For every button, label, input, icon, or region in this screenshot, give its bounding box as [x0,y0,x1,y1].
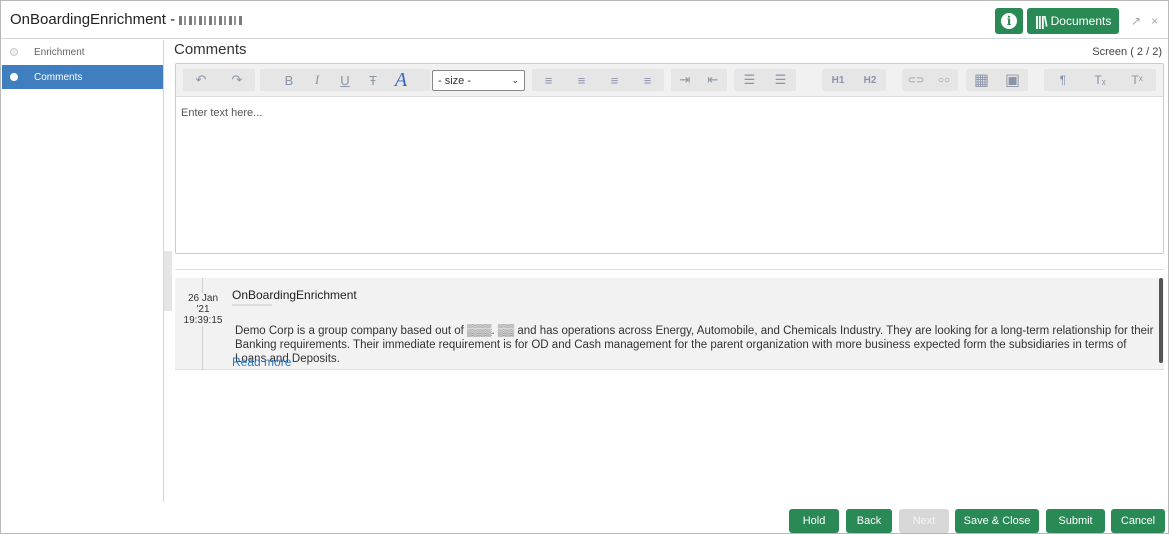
minimize-icon[interactable]: ↗ [1131,14,1141,28]
sidebar-item-label: Comments [34,71,83,83]
save-close-button[interactable]: Save & Close [955,509,1039,533]
redacted-subtitle [232,304,272,306]
submit-button[interactable]: Submit [1046,509,1105,533]
script-group: ¶ Tₓ Tˣ [1044,69,1156,91]
window-controls: ↗ × [1131,14,1158,28]
align-group: ≡ ≡ ≡ ≡ [532,69,664,91]
window-title-text: OnBoardingEnrichment - [10,11,176,28]
sidebar-resize-handle[interactable] [164,251,172,311]
align-justify-icon[interactable]: ≡ [631,73,664,88]
paragraph-icon[interactable]: ¶ [1045,73,1082,87]
editor-toolbar: ↶ ↷ B I U Ŧ A - size - ⌄ ≡ ≡ ≡ ≡ ⇥ ⇤ ☰ ☰… [176,64,1163,97]
comment-time: 19:39:15 [183,315,223,326]
page-title: Comments [174,41,247,58]
step-dot-icon [10,48,18,56]
redo-icon[interactable]: ↷ [219,72,255,88]
rich-text-editor: ↶ ↷ B I U Ŧ A - size - ⌄ ≡ ≡ ≡ ≡ ⇥ ⇤ ☰ ☰… [175,63,1164,254]
window-title: OnBoardingEnrichment - [10,11,244,28]
hold-button[interactable]: Hold [789,509,839,533]
indent-group: ⇥ ⇤ [671,69,727,91]
documents-icon: |||\ [1035,13,1048,29]
screen-indicator: Screen ( 2 / 2) [1092,46,1162,58]
numbered-list-icon[interactable]: ☰ [765,72,796,88]
comment-timestamp: 26 Jan '21 19:39:15 [183,293,223,326]
comment-date-year: '21 [196,304,210,315]
align-right-icon[interactable]: ≡ [598,73,631,88]
italic-icon[interactable]: I [303,72,331,88]
next-button[interactable]: Next [899,509,949,533]
format-group: B I U Ŧ A [260,69,430,91]
bullet-list-icon[interactable]: ☰ [734,72,765,88]
superscript-icon[interactable]: Tˣ [1119,73,1156,87]
align-left-icon[interactable]: ≡ [532,73,565,88]
close-icon[interactable]: × [1151,14,1158,28]
history-group: ↶ ↷ [183,69,255,91]
table-group: ▦ ▣ [966,69,1028,91]
font-icon[interactable]: A [387,69,415,92]
editor-input-area[interactable]: Enter text here... [181,107,262,119]
divider [175,269,1164,270]
scrollbar[interactable] [1159,278,1163,363]
underline-icon[interactable]: U [331,73,359,88]
sidebar-item-label: Enrichment [34,46,85,58]
documents-button[interactable]: |||\ Documents [1027,8,1119,34]
heading1-icon[interactable]: H1 [822,75,854,86]
bold-icon[interactable]: B [275,73,303,88]
font-size-value: - size - [438,74,471,87]
sidebar: Enrichment Comments [1,40,164,502]
sidebar-item-comments[interactable]: Comments [2,65,163,89]
comment-entry: 26 Jan '21 19:39:15 OnBoardingEnrichment… [175,278,1164,370]
step-dot-icon [10,73,18,81]
chevron-down-icon: ⌄ [511,75,519,85]
read-more-link[interactable]: Read more [232,355,291,369]
back-button[interactable]: Back [846,509,892,533]
unlink-icon[interactable]: ○○ [930,75,958,86]
heading2-icon[interactable]: H2 [854,75,886,86]
table-edit-icon[interactable]: ▣ [997,70,1028,90]
list-group: ☰ ☰ [734,69,796,91]
application-window: OnBoardingEnrichment - i |||\ Documents … [0,0,1169,534]
font-size-select[interactable]: - size - ⌄ [432,70,525,91]
cancel-button[interactable]: Cancel [1111,509,1165,533]
comment-text: Demo Corp is a group company based out o… [235,325,1154,365]
align-center-icon[interactable]: ≡ [565,73,598,88]
comment-date-day: 26 Jan [187,293,219,304]
subscript-icon[interactable]: Tₓ [1082,73,1119,87]
indent-icon[interactable]: ⇥ [671,72,699,88]
comment-author: OnBoardingEnrichment [232,288,357,302]
outdent-icon[interactable]: ⇤ [699,72,727,88]
strikethrough-icon[interactable]: Ŧ [359,73,387,88]
info-icon: i [1001,13,1017,29]
title-bar: OnBoardingEnrichment - i |||\ Documents … [1,1,1168,39]
heading-group: H1 H2 [822,69,886,91]
link-icon[interactable]: ⊂⊃ [902,75,930,86]
info-button[interactable]: i [995,8,1023,34]
link-group: ⊂⊃ ○○ [902,69,958,91]
redacted-id [179,15,244,25]
documents-label: Documents [1050,14,1112,28]
undo-icon[interactable]: ↶ [183,72,219,88]
sidebar-item-enrichment[interactable]: Enrichment [2,40,163,64]
table-icon[interactable]: ▦ [966,70,997,90]
